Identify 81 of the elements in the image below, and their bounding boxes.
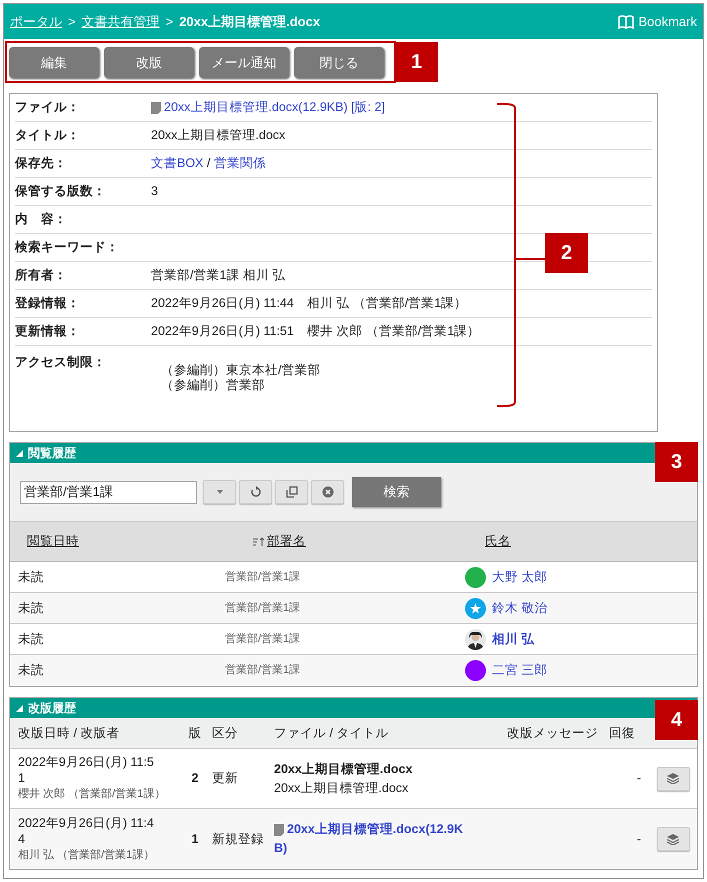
layers-icon [667,773,679,784]
toolbar-button[interactable]: 改版 [104,47,194,78]
user-link[interactable]: 相川 弘 [492,630,534,648]
history-button[interactable] [656,766,690,790]
book-icon [618,14,634,28]
layers-icon [667,834,679,844]
path-separator: / [206,156,212,170]
file-link[interactable]: 20xx上期目標管理.docx(12.9KB) [274,820,466,858]
field-label: タイトル： [15,127,81,144]
table-cell-text: 営業部/営業1課 [225,600,302,616]
user-link[interactable]: 鈴木 敬治 [492,598,548,618]
field-label: 内 容： [15,211,68,228]
clear-icon [322,486,334,498]
field-label: ファイル： [15,99,81,116]
user-link[interactable]: 二宮 三郎 [492,661,548,680]
revision-user: 相川 弘 （営業部/営業1課） [18,848,156,863]
field-label: 所有者： [15,267,68,284]
breadcrumb-current: 20xx上期目標管理.docx [179,12,320,31]
field-label: 保管する版数： [15,183,107,200]
column-header[interactable]: 閲覧日時 [27,532,79,551]
callout-badge: 2 [545,233,588,273]
file-link[interactable]: 20xx上期目標管理.docx(12.9KB) [版: 2] [151,98,385,117]
table-cell-text: 未読 [17,600,45,617]
column-header: 区分 [211,724,239,742]
reset-icon [250,486,262,498]
folder-link[interactable]: 営業関係 [214,156,266,170]
copy-icon [286,486,298,498]
breadcrumb-separator: > [68,12,76,31]
restore-value: - [636,770,642,788]
column-header: ファイル / タイトル [273,724,390,742]
field-label: 登録情報： [15,295,81,312]
column-header[interactable]: 氏名 [485,532,511,551]
reset-button[interactable] [239,480,272,504]
toolbar-button[interactable]: 編集 [9,47,99,78]
callout-badge: 4 [655,700,698,740]
field-value: 2022年9月26日(月) 11:44 相川 弘 （営業部/営業1課） [151,296,468,310]
revision-user: 櫻井 次郎 （営業部/営業1課） [18,786,166,802]
table-cell-text: 未読 [17,568,45,586]
field-value: 営業部/営業1課 相川 弘 [151,268,286,282]
field-label: 更新情報： [15,323,81,340]
table-cell-text: 営業部/営業1課 [225,632,302,647]
access-entry: （参編削）営業部 [161,378,266,393]
document-icon [151,102,161,114]
restore-value: - [636,830,642,848]
column-header[interactable]: 部署名 [267,532,306,551]
callout-badge: 3 [655,442,698,482]
column-header: 回復 [609,724,636,742]
table-cell-text: 営業部/営業1課 [225,570,302,585]
document-icon [274,824,284,836]
field-label: 検索キーワード： [15,239,120,256]
table-cell-text: 営業部/営業1課 [225,662,302,678]
field-value: 20xx上期目標管理.docx [151,128,286,142]
toolbar-button[interactable]: 閉じる [294,47,384,78]
table-cell-text: 未読 [17,630,45,648]
history-button[interactable] [656,827,690,851]
user-link[interactable]: 大野 太郎 [492,568,548,586]
table-cell-text: 未読 [17,662,45,680]
revision-date: 2022年9月26日(月) 11:51 [18,754,154,786]
revision-type: 新規登録 [211,830,265,848]
field-value: 2022年9月26日(月) 11:51 櫻井 次郎 （営業部/営業1課） [151,324,480,338]
revision-type: 更新 [211,770,239,788]
clear-button[interactable] [311,480,344,504]
field-label: アクセス制限： [15,354,107,371]
field-value: 3 [151,184,158,198]
version-number: 1 [190,830,200,848]
access-entry: （参編削）東京本社/営業部 [161,363,320,378]
column-header: 改版日時 / 改版者 [17,724,120,742]
field-label: 保存先： [15,155,68,172]
revision-date: 2022年9月26日(月) 11:44 [18,814,154,847]
column-header: 改版メッセージ [507,724,599,742]
search-button[interactable]: 検索 [352,477,441,507]
filter-field[interactable]: 営業部/営業1課 [20,480,197,504]
version-number: 2 [190,770,200,788]
file-title: 20xx上期目標管理.docx [274,780,410,796]
column-header: 版 [188,724,202,742]
breadcrumb-separator: > [166,12,174,31]
callout-badge: 1 [395,42,438,82]
toolbar-button[interactable]: メール通知 [199,47,289,78]
copy-button[interactable] [275,480,308,504]
folder-link[interactable]: 文書BOX [151,156,204,170]
file-name: 20xx上期目標管理.docx [274,760,414,778]
